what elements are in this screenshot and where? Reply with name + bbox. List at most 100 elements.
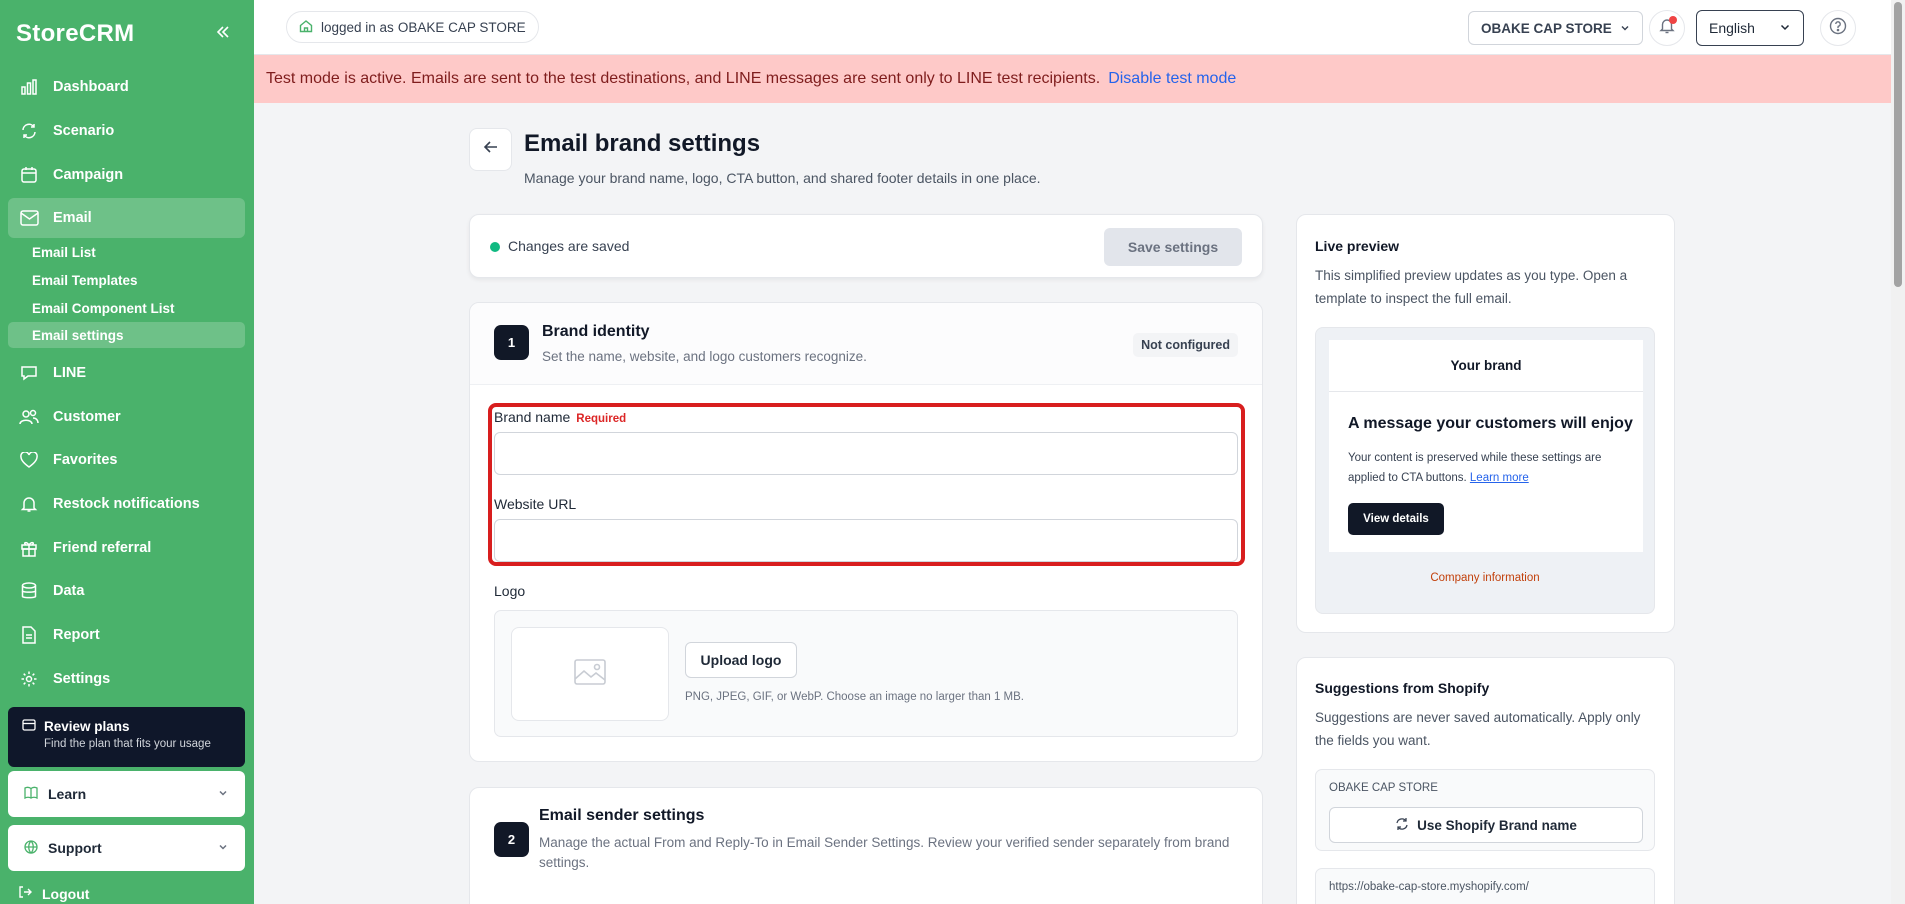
logo-upload-area: Upload logo PNG, JPEG, GIF, or WebP. Cho… — [494, 610, 1238, 737]
suggestion-store-name: OBAKE CAP STORE — [1329, 782, 1438, 794]
bell-icon — [18, 493, 40, 515]
help-icon — [1829, 17, 1847, 40]
users-icon — [18, 406, 40, 428]
help-button[interactable] — [1820, 10, 1856, 46]
sidebar-item-label: Campaign — [53, 167, 124, 183]
sidebar-item-label: Email — [53, 210, 92, 226]
sidebar-item-dashboard[interactable]: Dashboard — [8, 67, 245, 107]
sidebar-item-label: Scenario — [53, 123, 115, 139]
sidebar-item-restock-notifications[interactable]: Restock notifications — [8, 484, 245, 524]
sidebar-subitem-email-templates[interactable]: Email Templates — [8, 267, 245, 293]
sidebar-item-label: Report — [53, 627, 100, 643]
save-settings-button[interactable]: Save settings — [1104, 228, 1242, 266]
section-title: Brand identity — [542, 323, 650, 340]
gear-icon — [18, 668, 40, 690]
disable-test-mode-link[interactable]: Disable test mode — [1108, 70, 1236, 88]
suggestions-description: Suggestions are never saved automaticall… — [1315, 710, 1641, 748]
shopify-suggestions-card: Suggestions from Shopify Suggestions are… — [1296, 657, 1675, 904]
sidebar-subitem-email-settings[interactable]: Email settings — [8, 322, 245, 348]
use-shopify-brand-name-button[interactable]: Use Shopify Brand name — [1329, 807, 1643, 843]
chat-icon — [18, 362, 40, 384]
sidebar-item-label: Restock notifications — [53, 496, 200, 512]
app-logo: StoreCRM — [16, 20, 135, 47]
preview-body: Your content is preserved while these se… — [1348, 448, 1633, 488]
live-preview-card: Live preview This simplified preview upd… — [1296, 214, 1675, 633]
suggestion-brand-name: OBAKE CAP STORE Use Shopify Brand name — [1315, 769, 1655, 851]
use-shopify-brand-name-label: Use Shopify Brand name — [1417, 817, 1577, 833]
sidebar: StoreCRM Dashboard Scenario Campaign Ema… — [0, 0, 254, 904]
website-url-input[interactable] — [494, 519, 1238, 562]
refresh-icon — [18, 120, 40, 142]
preview-learn-more-link[interactable]: Learn more — [1470, 472, 1529, 484]
save-status-text: Changes are saved — [508, 238, 630, 254]
sidebar-item-data[interactable]: Data — [8, 571, 245, 611]
notifications-button[interactable] — [1649, 10, 1685, 46]
sidebar-item-favorites[interactable]: Favorites — [8, 440, 245, 480]
review-plans-button[interactable]: Review plans Find the plan that fits you… — [8, 707, 245, 767]
arrow-left-icon — [483, 140, 499, 159]
refresh-icon — [1395, 817, 1409, 834]
logged-in-store: OBAKE CAP STORE — [397, 19, 526, 35]
sidebar-item-label: LINE — [53, 365, 87, 381]
save-status-card: Changes are saved Save settings — [469, 214, 1263, 278]
logo-label: Logo — [494, 583, 526, 599]
suggestions-title: Suggestions from Shopify — [1315, 680, 1490, 696]
support-label: Support — [48, 840, 102, 856]
sidebar-item-report[interactable]: Report — [8, 615, 245, 655]
logout-button[interactable]: Logout — [18, 885, 89, 902]
scrollbar-thumb[interactable] — [1894, 2, 1902, 287]
learn-label: Learn — [48, 786, 87, 802]
sidebar-item-label: Dashboard — [53, 79, 129, 95]
document-icon — [18, 624, 40, 646]
preview-brand: Your brand — [1329, 340, 1643, 392]
preview-cta-button[interactable]: View details — [1348, 503, 1444, 535]
image-placeholder-icon — [574, 658, 606, 690]
logout-label: Logout — [42, 885, 90, 902]
website-url-label: Website URL — [494, 496, 577, 512]
chevron-down-icon — [1779, 20, 1791, 36]
sidebar-item-customer[interactable]: Customer — [8, 397, 245, 437]
brand-name-input[interactable] — [494, 432, 1238, 475]
support-accordion[interactable]: Support — [8, 825, 245, 871]
review-plans-subtitle: Find the plan that fits your usage — [44, 738, 211, 750]
top-bar: logged in as OBAKE CAP STORE OBAKE CAP S… — [254, 0, 1891, 55]
collapse-sidebar-icon[interactable] — [213, 22, 233, 42]
saved-status-dot — [490, 242, 500, 252]
store-select[interactable]: OBAKE CAP STORE — [1468, 11, 1643, 45]
learn-accordion[interactable]: Learn — [8, 771, 245, 817]
email-preview-body: Your brand A message your customers will… — [1329, 340, 1643, 552]
sidebar-item-label: Favorites — [53, 452, 118, 468]
globe-icon — [24, 839, 38, 857]
logo-placeholder — [511, 627, 669, 721]
language-select[interactable]: English — [1696, 10, 1804, 46]
page-subtitle: Manage your brand name, logo, CTA button… — [524, 170, 1041, 186]
sidebar-item-email[interactable]: Email — [8, 198, 245, 238]
sidebar-item-label: Data — [53, 583, 85, 599]
bar-chart-icon — [18, 76, 40, 98]
database-icon — [18, 580, 40, 602]
sidebar-item-friend-referral[interactable]: Friend referral — [8, 528, 245, 568]
email-sender-card: 2 Email sender settings Manage the actua… — [469, 787, 1263, 904]
chevron-down-icon — [217, 840, 229, 856]
upload-logo-button[interactable]: Upload logo — [685, 642, 797, 678]
logged-in-pill: logged in as OBAKE CAP STORE — [286, 11, 539, 43]
brand-name-label-text: Brand name — [494, 409, 571, 425]
sidebar-item-line[interactable]: LINE — [8, 353, 245, 393]
logout-icon — [18, 885, 32, 902]
page-scrollbar[interactable] — [1891, 0, 1905, 904]
section-subtitle: Manage the actual From and Reply-To in E… — [539, 835, 1230, 870]
back-button[interactable] — [469, 128, 512, 171]
sidebar-item-label: Friend referral — [53, 540, 152, 556]
sidebar-item-label: Settings — [53, 671, 111, 687]
sidebar-subitem-email-list[interactable]: Email List — [8, 239, 245, 265]
review-plans-title: Review plans — [44, 719, 130, 734]
preview-footer: Company information — [1430, 572, 1540, 584]
brand-identity-header: 1 Brand identity Set the name, website, … — [470, 303, 1262, 385]
heart-icon — [18, 449, 40, 471]
sidebar-item-settings[interactable]: Settings — [8, 659, 245, 699]
section-number: 1 — [494, 325, 529, 360]
sidebar-subitem-email-component-list[interactable]: Email Component List — [8, 295, 245, 321]
sidebar-item-scenario[interactable]: Scenario — [8, 111, 245, 151]
suggestion-website-url: https://obake-cap-store.myshopify.com/ — [1315, 868, 1655, 904]
sidebar-item-campaign[interactable]: Campaign — [8, 155, 245, 195]
